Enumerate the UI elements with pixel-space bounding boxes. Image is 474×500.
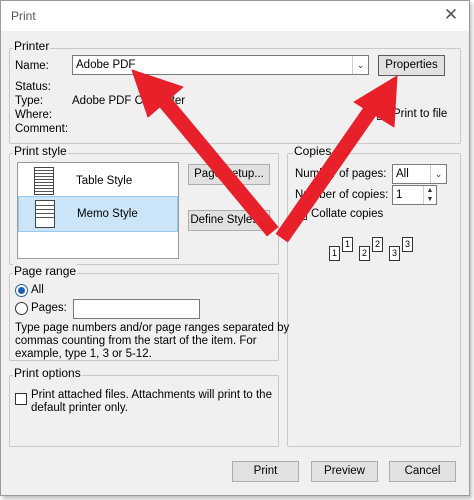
- print-attached-label-line: Print attached files. Attachments will p…: [31, 389, 272, 401]
- print-button[interactable]: Print: [232, 461, 299, 482]
- collate-page-icon: 3: [389, 246, 400, 261]
- preview-button[interactable]: Preview: [311, 461, 378, 482]
- collate-page-icon: 3: [402, 237, 413, 252]
- type-label: Type:: [15, 95, 44, 107]
- page-range-note-line: commas counting from the start of the it…: [15, 335, 257, 347]
- table-style-icon: [34, 167, 54, 195]
- memo-style-icon: [35, 200, 55, 228]
- print-attached-checkbox[interactable]: [15, 393, 27, 405]
- all-radio-label: All: [31, 284, 44, 296]
- collate-page-icon: 1: [342, 237, 353, 252]
- copies-group-label: Copies: [293, 144, 333, 158]
- window-title: Print: [11, 9, 36, 23]
- number-of-copies-spinner[interactable]: 1 ▲ ▼: [392, 185, 437, 205]
- name-label: Name:: [15, 60, 49, 72]
- type-value: Adobe PDF Converter: [72, 95, 186, 107]
- print-style-group-label: Print style: [13, 144, 68, 158]
- status-label: Status:: [15, 81, 51, 93]
- print-to-file-checkbox[interactable]: [377, 108, 389, 120]
- collate-copies-label: Collate copies: [311, 208, 384, 220]
- pages-input[interactable]: [73, 299, 200, 319]
- pages-radio-label: Pages:: [31, 302, 67, 314]
- number-of-pages-dropdown[interactable]: All ⌄: [392, 164, 447, 184]
- number-of-pages-value: All: [396, 168, 409, 180]
- properties-button[interactable]: Properties: [378, 55, 445, 76]
- print-options-group-label: Print options: [13, 366, 82, 380]
- style-item-table[interactable]: Table Style: [18, 164, 178, 200]
- page-range-note-line: Type page numbers and/or page ranges sep…: [15, 322, 290, 334]
- printer-name-value: Adobe PDF: [76, 59, 136, 71]
- print-style-list[interactable]: Table Style Memo Style: [17, 162, 179, 259]
- collate-page-icon: 1: [329, 246, 340, 261]
- page-range-group-label: Page range: [13, 264, 78, 278]
- collate-page-icon: 2: [372, 237, 383, 252]
- spinner-arrows[interactable]: ▲ ▼: [423, 186, 436, 204]
- collate-copies-checkbox[interactable]: [295, 208, 307, 220]
- printer-group-label: Printer: [13, 39, 51, 53]
- number-of-copies-label: Number of copies:: [295, 189, 389, 201]
- chevron-down-icon[interactable]: ⌄: [352, 56, 368, 74]
- comment-label: Comment:: [15, 123, 69, 135]
- title-bar: Print ✕: [1, 1, 469, 31]
- print-to-file-label: Print to file: [393, 108, 448, 120]
- define-styles-button[interactable]: Define Styles...: [188, 210, 270, 231]
- close-icon[interactable]: ✕: [439, 4, 463, 26]
- all-radio[interactable]: [15, 284, 28, 297]
- cancel-button[interactable]: Cancel: [389, 461, 456, 482]
- pages-radio[interactable]: [15, 302, 28, 315]
- number-of-pages-label: Number of pages:: [295, 168, 387, 180]
- style-item-memo[interactable]: Memo Style: [18, 196, 178, 232]
- number-of-copies-value: 1: [396, 189, 403, 201]
- chevron-down-icon[interactable]: ⌄: [430, 165, 446, 183]
- page-setup-button[interactable]: Page Setup...: [188, 164, 270, 185]
- collate-page-icon: 2: [359, 246, 370, 261]
- print-attached-label-line: default printer only.: [31, 402, 128, 414]
- printer-name-dropdown[interactable]: Adobe PDF ⌄: [72, 55, 369, 75]
- page-range-note-line: example, type 1, 3 or 5-12.: [15, 348, 152, 360]
- style-item-label: Memo Style: [77, 208, 138, 220]
- where-label: Where:: [15, 109, 53, 121]
- print-dialog: Print ✕ Printer Name: Adobe PDF ⌄ Proper…: [0, 0, 470, 496]
- style-item-label: Table Style: [76, 175, 133, 187]
